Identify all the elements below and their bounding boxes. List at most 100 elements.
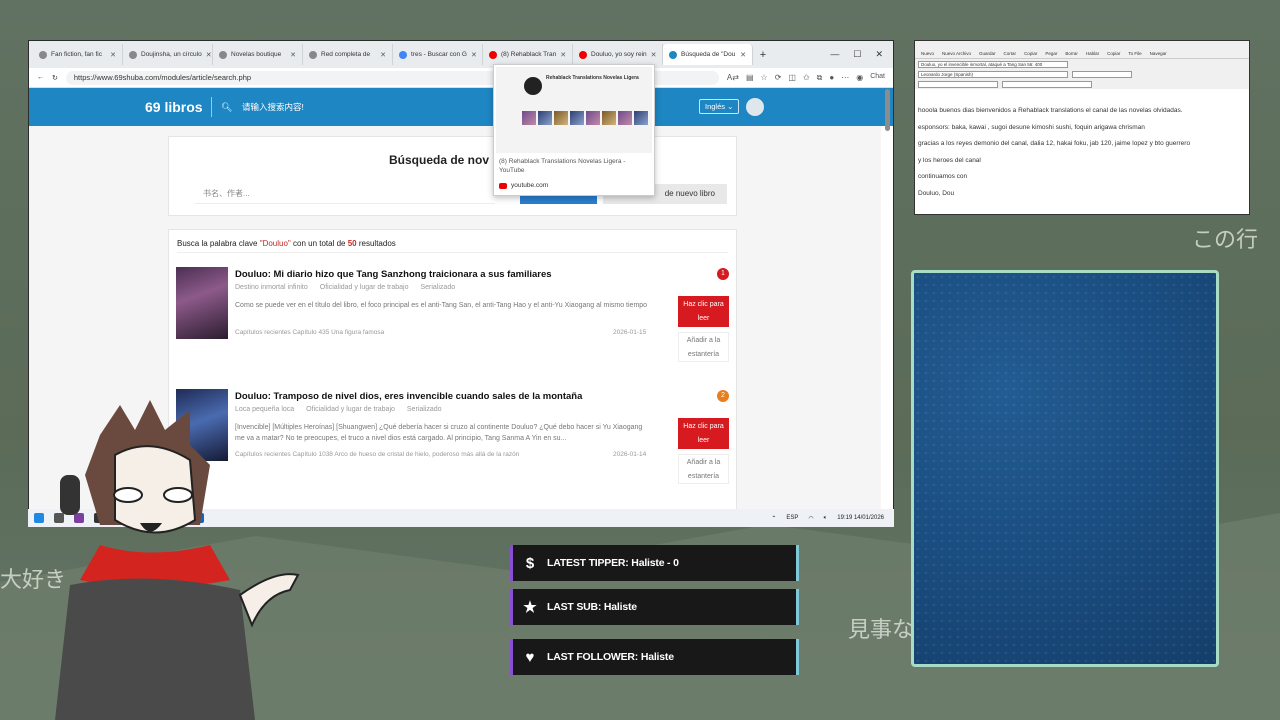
toolbar-button[interactable]: To File [1128, 51, 1141, 56]
browser-tab[interactable]: tres - Buscar con G ✕ [393, 44, 483, 65]
back-icon[interactable]: ← [37, 74, 44, 81]
tray-lang[interactable]: ESP [786, 515, 798, 521]
translate-icon[interactable]: A⇄ [727, 73, 739, 83]
wifi-icon[interactable]: ◠ [808, 515, 813, 522]
toolbar-button[interactable]: Guardar [979, 51, 996, 56]
favorite-icon[interactable]: ☆ [761, 73, 768, 83]
tts-title-field[interactable]: Douluo, yo el invencible inmortal, ataqu… [918, 60, 1068, 68]
search-input[interactable]: 书名、作者... [195, 184, 495, 204]
collections-icon[interactable]: ⧉ [817, 73, 823, 83]
close-icon[interactable]: ✕ [560, 51, 566, 59]
more-icon[interactable]: ⋯ [841, 73, 849, 83]
youtube-icon [579, 50, 587, 59]
toolbar-button[interactable]: Copiar [1107, 51, 1120, 56]
alert-label: LAST FOLLOWER: Haliste [547, 651, 674, 663]
add-to-shelf-button[interactable]: Añadir a la estantería [678, 332, 729, 362]
speed-slider[interactable] [1072, 70, 1132, 78]
toolbar-button[interactable]: Borrar [1065, 51, 1078, 56]
reader-icon[interactable]: ▤ [746, 73, 754, 83]
split-icon[interactable]: ◫ [788, 73, 796, 83]
dot-pattern [914, 273, 1216, 664]
pitch-slider[interactable] [918, 80, 998, 88]
browser-tab[interactable]: Fan fiction, fan fic ✕ [33, 44, 123, 65]
close-window-icon[interactable]: ✕ [875, 49, 883, 60]
new-tab-button[interactable]: + [753, 49, 773, 61]
tts-line: continuamos con [918, 173, 968, 180]
book-author[interactable]: Destino inmortal infinito [235, 284, 308, 291]
book-status: Serializado [420, 284, 456, 291]
toolbar-button[interactable]: Nuevo [921, 51, 934, 56]
list-item: Douluo: Mi diario hizo que Tang Sanzhong… [176, 267, 731, 382]
tab-bar: Fan fiction, fan fic ✕ Doujinsha, un círc… [29, 41, 893, 68]
voice-select[interactable]: Leonardo Jorge (Spanish) [918, 70, 1068, 78]
results-keyword: "Douluo" [259, 239, 291, 248]
chevron-up-icon[interactable]: ⌃ [771, 515, 776, 522]
reload-icon[interactable]: ↻ [52, 74, 58, 82]
book-latest-chapter[interactable]: Capítulos recientes Capítulo 435 Una fig… [235, 329, 384, 336]
tts-line: esponsors: baka, kawai , sugoi desune ki… [918, 123, 1145, 131]
youtube-icon [489, 50, 497, 59]
divider [177, 252, 728, 253]
scrollbar-thumb[interactable] [885, 89, 890, 131]
scrollbar[interactable] [885, 89, 891, 519]
browser-tab[interactable]: (8) Rehablack Tran ✕ [483, 44, 573, 65]
star-icon: ★ [523, 599, 537, 616]
book-title[interactable]: Douluo: Mi diario hizo que Tang Sanzhong… [235, 269, 552, 280]
toolbar-button[interactable]: Cortar [1004, 51, 1017, 56]
book-description: Como se puede ver en el título del libro… [235, 302, 648, 309]
alert-label: LAST SUB: Haliste [547, 601, 637, 613]
profile-icon[interactable]: ● [829, 73, 834, 83]
alert-label: LATEST TIPPER: Haliste - 0 [547, 557, 679, 569]
read-button[interactable]: Haz clic para leer [678, 296, 729, 327]
volume-slider[interactable] [1002, 80, 1092, 88]
chat-button[interactable]: Chat [870, 73, 885, 83]
minimize-icon[interactable]: — [830, 49, 839, 60]
site-logo[interactable]: 69 libros [145, 99, 203, 115]
volume-icon[interactable]: 🔈︎ [824, 515, 828, 522]
clock[interactable]: 19:19 14/01/2026 [837, 515, 884, 521]
browser-tab[interactable]: Novelas boutique ✕ [213, 44, 303, 65]
read-button[interactable]: Haz clic para leer [678, 418, 729, 449]
refresh-page-icon[interactable]: ⟳ [775, 73, 782, 83]
favorites-icon[interactable]: ✩ [803, 73, 810, 83]
results-middle: con un total de [293, 239, 346, 248]
header-search-input[interactable]: 请输入搜索内容! [242, 101, 304, 113]
avatar-body [55, 578, 255, 720]
close-icon[interactable]: ✕ [471, 51, 477, 59]
toolbar-button[interactable]: Pegar [1045, 51, 1057, 56]
toolbar-button[interactable]: Nuevo Archivo [942, 51, 971, 56]
tab-label: (8) Rehablack Tran [501, 51, 557, 58]
avatar-hand [238, 573, 300, 628]
close-icon[interactable]: ✕ [651, 51, 657, 59]
tab-label: Novelas boutique [231, 51, 282, 58]
toolbar-button[interactable]: Hablar [1086, 51, 1099, 56]
tab-preview-thumbnail: Rehablack Translations Novelas Ligera [496, 67, 652, 153]
maximize-icon[interactable]: ☐ [853, 49, 861, 60]
language-select[interactable]: Inglés ⌄ [699, 99, 740, 114]
search-icon[interactable]: 🔍︎ [221, 102, 232, 113]
book-category[interactable]: Oficialidad y lugar de trabajo [320, 284, 409, 291]
toolbar-button[interactable]: Navegar [1150, 51, 1167, 56]
tab-preview-popup[interactable]: Rehablack Translations Novelas Ligera (8… [493, 64, 655, 196]
close-icon[interactable]: ✕ [380, 51, 386, 59]
add-to-shelf-button[interactable]: Añadir a la estantería [678, 454, 729, 484]
tab-label: Douluo, yo soy rein [591, 51, 647, 58]
browser-tab[interactable]: Red completa de ✕ [303, 44, 393, 65]
book-cover[interactable] [176, 267, 228, 339]
tts-line: gracias a los reyes demonio del canal, d… [918, 140, 1191, 147]
channel-name: Rehablack Translations Novelas Ligera [546, 75, 639, 81]
browser-tab-active[interactable]: Búsqueda de "Dou ✕ [663, 44, 753, 65]
close-icon[interactable]: ✕ [740, 51, 746, 59]
close-icon[interactable]: ✕ [110, 51, 116, 59]
tts-text-area[interactable]: hooola buenos dias bienvenidos a Rehabla… [915, 103, 1249, 202]
copilot-icon[interactable]: ◉ [856, 73, 863, 83]
browser-tab[interactable]: Douluo, yo soy rein ✕ [573, 44, 663, 65]
close-icon[interactable]: ✕ [206, 51, 212, 59]
book-category[interactable]: Oficialidad y lugar de trabajo [306, 406, 395, 413]
avatar[interactable] [746, 98, 764, 116]
toolbar-button[interactable]: Copiar [1024, 51, 1037, 56]
close-icon[interactable]: ✕ [290, 51, 296, 59]
camera-frame [911, 270, 1219, 667]
browser-tab[interactable]: Doujinsha, un círculo ✕ [123, 44, 213, 65]
tab-favicon-icon [129, 50, 137, 59]
